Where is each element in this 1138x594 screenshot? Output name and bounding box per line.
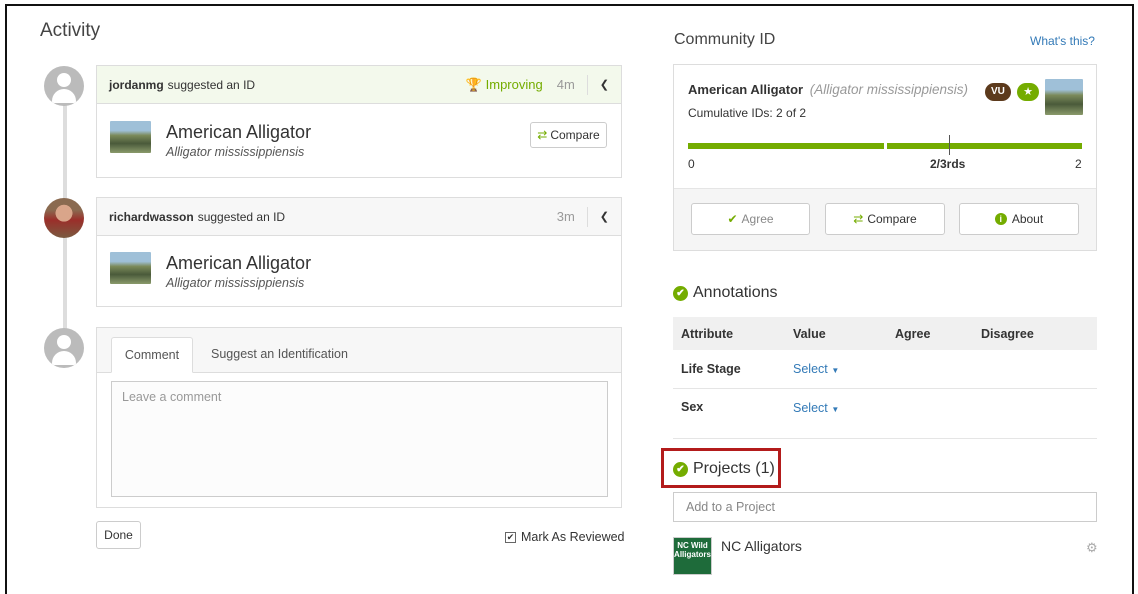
taxon-photo[interactable] [110,252,151,284]
identification-card: jordanmg suggested an ID 🏆 Improving 4m … [96,65,622,178]
whats-this-link[interactable]: What's this? [1030,34,1095,48]
identification-header: richardwasson suggested an ID 3m ❮ [97,198,621,236]
community-taxon[interactable]: American Alligator (Alligator mississipp… [688,82,968,97]
taxon-photo[interactable] [110,121,151,153]
improving-status: 🏆 Improving [466,77,543,93]
community-taxon-scientific: (Alligator mississippiensis) [809,82,969,97]
chevron-down-circle-icon: ✔ [673,285,688,301]
annotations-header[interactable]: ✔ Annotations [673,284,778,302]
activity-title: Activity [40,20,101,41]
username-link[interactable]: richardwasson [109,210,194,224]
avatar[interactable] [44,198,84,238]
table-row: Sex Select ▼ [673,388,1097,426]
projects-title: Projects (1) [693,460,775,477]
two-thirds-marker [949,135,950,155]
community-taxon-photo[interactable] [1045,79,1083,115]
agree-cell [895,388,981,426]
gear-icon[interactable]: ⚙ [1086,540,1098,556]
scale-min: 0 [688,157,695,171]
column-header: Attribute [681,326,734,341]
time-ago: 4m [556,77,575,92]
compare-button[interactable]: ⇄ Compare [825,203,945,235]
cumulative-ids: Cumulative IDs: 2 of 2 [688,106,807,120]
identification-card: richardwasson suggested an ID 3m ❮ Ameri… [96,197,622,307]
annotations-title: Annotations [693,284,778,301]
mark-reviewed-checkbox[interactable]: ✔ [505,531,516,543]
comment-textarea[interactable] [111,381,608,497]
about-button[interactable]: i About [959,203,1079,235]
taxon-scientific-name: Alligator mississippiensis [166,145,305,159]
project-logo[interactable]: NC Wild Alligators [673,537,712,575]
status-label: Improving [485,76,543,92]
project-name[interactable]: NC Alligators [721,538,802,554]
attribute-name: Life Stage [681,361,741,376]
attribute-name: Sex [681,400,704,415]
check-icon: ✔ [727,212,738,226]
chevron-down-icon[interactable]: ❮ [600,210,609,223]
taxon-common-name[interactable]: American Alligator [166,253,311,274]
avatar [44,328,84,368]
mark-reviewed[interactable]: ✔ Mark As Reviewed [505,530,625,544]
action-text: suggested an ID [167,77,256,92]
agree-label: Agree [741,212,774,226]
caret-down-icon: ▼ [831,404,840,414]
caret-down-icon: ▼ [831,366,840,376]
select-label: Select [793,362,828,377]
scale-max: 2 [1075,157,1082,171]
projects-header[interactable]: ✔ Projects (1) [673,460,775,478]
agree-cell [895,350,981,388]
annotations-table: Attribute Value Agree Disagree Life Stag… [673,317,1097,426]
time-ago: 3m [556,209,575,224]
compare-label: Compare [550,128,600,142]
star-icon: ★ [1017,83,1039,101]
divider [586,206,588,227]
action-text: suggested an ID [197,209,286,224]
community-id-card: American Alligator (Alligator mississipp… [673,64,1097,251]
username-link[interactable]: jordanmg [109,78,164,92]
community-taxon-common: American Alligator [688,82,804,97]
taxon-common-name[interactable]: American Alligator [166,122,311,143]
agree-button[interactable]: ✔ Agree [691,203,810,235]
tab-suggest-identification[interactable]: Suggest an Identification [211,337,348,373]
select-label: Select [793,400,828,415]
value-select[interactable]: Select ▼ [793,388,895,426]
agreement-bar-gap [884,141,887,151]
value-select[interactable]: Select ▼ [793,350,895,388]
avatar[interactable] [44,66,84,106]
swap-icon: ⇄ [537,128,548,142]
info-icon: i [994,213,1007,225]
section-divider [673,438,1097,439]
community-id-title: Community ID [674,31,776,48]
about-label: About [1011,212,1044,226]
done-button[interactable]: Done [96,521,141,549]
annotations-header-row: Attribute Value Agree Disagree [673,317,1097,350]
add-to-project-input[interactable] [673,492,1097,522]
table-row: Life Stage Select ▼ [673,350,1097,388]
column-header: Agree [895,326,931,341]
conservation-status-badge: VU [985,83,1011,101]
compare-button[interactable]: ⇄ Compare [530,122,607,148]
compare-label: Compare [867,212,917,226]
mark-reviewed-label: Mark As Reviewed [521,530,625,544]
scale-two-thirds: 2/3rds [930,157,966,171]
disagree-cell [981,350,1097,388]
chevron-down-icon[interactable]: ❮ [600,78,609,91]
trophy-icon: 🏆 [465,76,483,92]
taxon-scientific-name: Alligator mississippiensis [166,276,305,290]
tab-comment[interactable]: Comment [111,337,193,373]
swap-icon: ⇄ [853,212,864,226]
chevron-down-circle-icon: ✔ [673,461,688,477]
identification-header: jordanmg suggested an ID 🏆 Improving 4m … [97,66,621,104]
column-header: Disagree [981,326,1034,341]
column-header: Value [793,326,826,341]
disagree-cell [981,388,1097,426]
comment-panel: Comment Suggest an Identification [96,327,622,508]
divider [586,74,588,95]
